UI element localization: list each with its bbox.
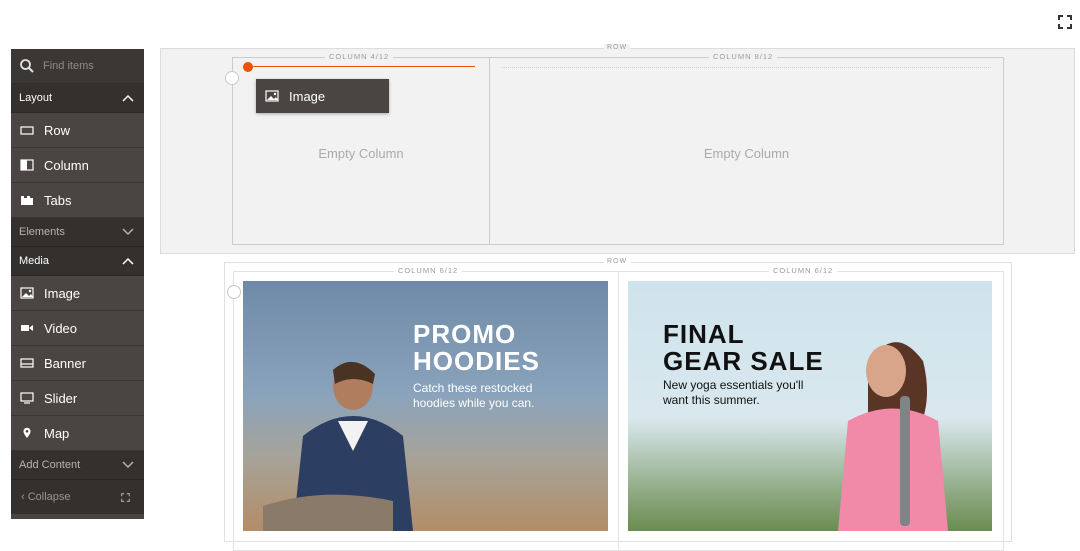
- group-layout[interactable]: Layout: [11, 84, 144, 113]
- banner-title-line2: GEAR SALE: [663, 346, 824, 376]
- collapse-panel-button[interactable]: ‹ Collapse: [11, 480, 144, 514]
- row-label: ROW: [604, 44, 631, 51]
- column-8-12[interactable]: COLUMN 8/12 Empty Column: [489, 52, 1004, 245]
- expand-icon: [1058, 15, 1072, 29]
- panel-item-label: Banner: [44, 355, 86, 371]
- panel-item-video[interactable]: Video: [11, 311, 144, 346]
- empty-column-text: Empty Column: [318, 146, 404, 161]
- promo-hoodies-banner[interactable]: PROMO HOODIES Catch these restocked hood…: [243, 281, 608, 531]
- collapse-label-wrap: ‹ Collapse: [21, 491, 71, 503]
- chevron-down-icon: [122, 461, 134, 469]
- row-drag-handle[interactable]: [225, 71, 239, 85]
- map-pin-icon: [23, 427, 31, 438]
- panel-item-label: Video: [44, 320, 78, 336]
- banner-subtitle: Catch these restocked hoodies while you …: [413, 381, 534, 411]
- row-icon: [20, 126, 34, 135]
- tabs-icon: [21, 196, 33, 205]
- column-icon: [20, 159, 34, 171]
- slider-icon: [20, 392, 34, 404]
- group-label: Add Content: [19, 459, 81, 471]
- banner-icon: [20, 358, 34, 368]
- group-label: Media: [19, 255, 49, 267]
- banner-subtitle-line2: want this summer.: [663, 393, 760, 407]
- expand-icon: [121, 492, 130, 502]
- panel-item-label: Map: [44, 425, 70, 441]
- chevron-down-icon: [122, 228, 134, 236]
- panel-item-row[interactable]: Row: [11, 113, 144, 148]
- drop-indicator-line: [247, 66, 475, 67]
- column-label: COLUMN 8/12: [709, 52, 778, 61]
- panel-item-map[interactable]: Map: [11, 416, 144, 451]
- panel-item-image[interactable]: Image: [11, 276, 144, 311]
- column-label: COLUMN 6/12: [394, 266, 463, 275]
- collapse-label: Collapse: [27, 491, 71, 503]
- banner-title: FINAL GEAR SALE: [663, 321, 824, 375]
- video-icon: [21, 325, 33, 331]
- panel-item-tabs[interactable]: Tabs: [11, 183, 144, 218]
- group-label: Layout: [19, 92, 53, 104]
- image-icon: [20, 287, 34, 299]
- panel-item-label: Tabs: [44, 192, 72, 208]
- image-icon: [265, 90, 279, 102]
- panel-item-label: Column: [44, 157, 89, 173]
- panel-item-slider[interactable]: Slider: [11, 381, 144, 416]
- group-elements[interactable]: Elements: [11, 218, 144, 247]
- row-label: ROW: [604, 258, 631, 265]
- panel-item-column[interactable]: Column: [11, 148, 144, 183]
- search-bar: [11, 49, 144, 84]
- panel-item-label: Row: [44, 122, 71, 138]
- chevron-left-icon: ‹: [21, 491, 28, 503]
- search-input[interactable]: [43, 60, 138, 72]
- banner-title-line1: PROMO: [413, 319, 517, 349]
- column-label: COLUMN 4/12: [325, 52, 394, 61]
- drop-indicator-dot: [243, 62, 253, 72]
- banner-subtitle: New yoga essentials you'll want this sum…: [663, 378, 803, 408]
- dragged-image-item[interactable]: Image: [256, 79, 389, 113]
- chevron-up-icon: [122, 94, 134, 102]
- banner-subtitle-line1: New yoga essentials you'll: [663, 378, 804, 392]
- column-divider-line: [502, 67, 991, 68]
- content-panel: Layout Row Column Tabs Elements Media Im…: [11, 49, 144, 519]
- panel-item-banner[interactable]: Banner: [11, 346, 144, 381]
- panel-item-label: Slider: [44, 390, 78, 406]
- banner-subtitle-line2: hoodies while you can.: [413, 396, 535, 410]
- banner-title: PROMO HOODIES: [413, 321, 540, 375]
- banner-title-line1: FINAL: [663, 319, 745, 349]
- banner-photo-man: [263, 361, 413, 531]
- final-gear-sale-banner[interactable]: FINAL GEAR SALE New yoga essentials you'…: [628, 281, 992, 531]
- banner-title-line2: HOODIES: [413, 346, 540, 376]
- chevron-up-icon: [122, 257, 134, 265]
- banner-photo-woman: [838, 342, 948, 531]
- dragged-item-label: Image: [289, 88, 326, 104]
- group-label: Elements: [19, 226, 65, 238]
- banner-subtitle-line1: Catch these restocked: [413, 381, 533, 395]
- empty-column-text: Empty Column: [703, 146, 790, 161]
- group-add-content[interactable]: Add Content: [11, 451, 144, 480]
- row-drag-handle[interactable]: [227, 285, 241, 299]
- fullscreen-button[interactable]: [1056, 15, 1074, 33]
- group-media[interactable]: Media: [11, 247, 144, 276]
- search-icon: [20, 59, 34, 73]
- panel-item-label: Image: [44, 285, 81, 301]
- column-label: COLUMN 6/12: [769, 266, 838, 275]
